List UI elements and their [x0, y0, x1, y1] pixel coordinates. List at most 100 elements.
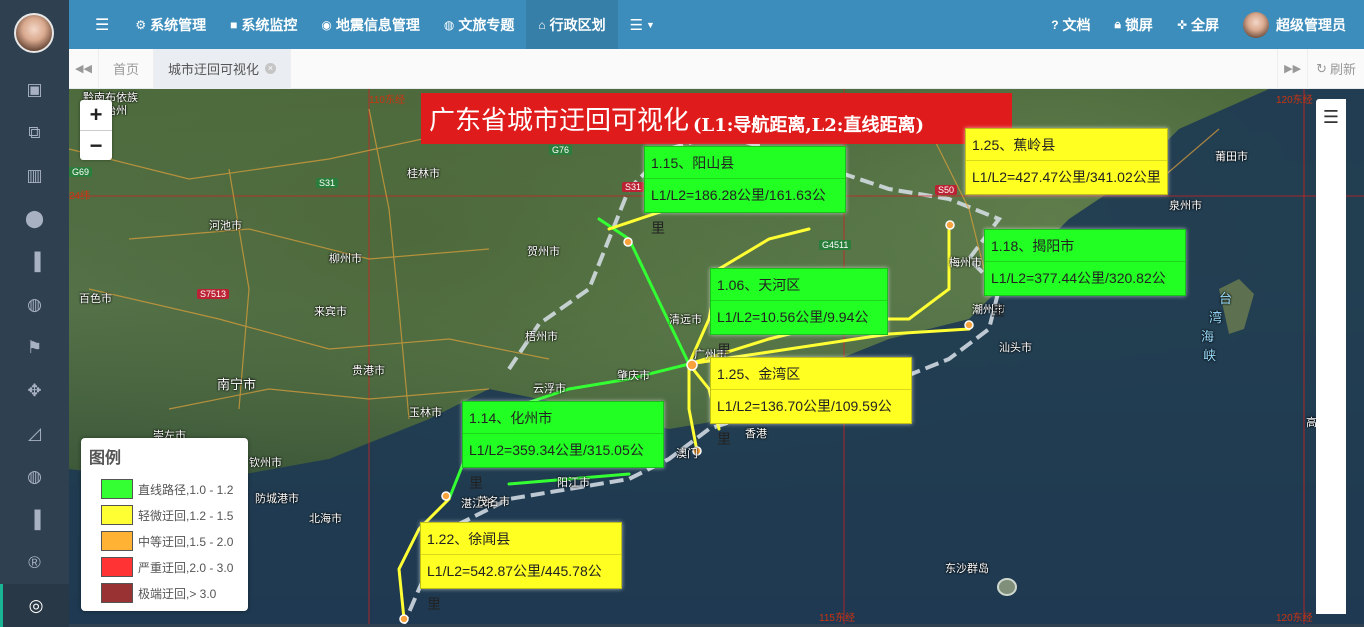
gear-icon: ⚙ [135, 17, 147, 32]
sidebar-item-frame[interactable]: ▣ [0, 68, 69, 111]
grid-label: 115东经 [819, 613, 855, 624]
highway-marker: S50 [935, 185, 958, 195]
caret-down-icon: ▼ [646, 19, 655, 30]
city-label: 梅州市 [949, 257, 982, 269]
city-label: 湾 [1209, 310, 1223, 325]
route-label-xuwen[interactable]: 1.22、徐闻县 L1/L2=542.87公里/445.78公里 [420, 522, 622, 612]
route-label-jiaoling[interactable]: 1.25、蕉岭县 L1/L2=427.47公里/341.02公里 [965, 128, 1168, 195]
tab-bar: ◀◀ 首页 城市迂回可视化 × ▶▶ ↻ 刷新 [69, 48, 1364, 89]
sidebar-toggle-button[interactable]: ☰ [69, 0, 123, 49]
sidebar-item-map[interactable]: ▥ [0, 154, 69, 197]
tab-scroll-right-button[interactable]: ▶▶ [1277, 48, 1307, 89]
route-label-jieyang[interactable]: 1.18、揭阳市 L1/L2=377.44公里/320.82公里 [984, 229, 1186, 319]
globe-icon: ◍ [27, 294, 42, 314]
map-title: 广东省城市迂回可视化 (L1:导航距离,L2:直线距离) [421, 93, 1012, 144]
city-label: 汕头市 [999, 342, 1032, 354]
city-label: 北海市 [309, 513, 342, 525]
backward-icon: ◀◀ [75, 63, 92, 75]
city-label: 梧州市 [525, 331, 558, 343]
city-label: 柳州市 [329, 253, 362, 265]
tab-city-detour[interactable]: 城市迂回可视化 × [154, 48, 292, 89]
sidebar-item-globe-2[interactable]: ◍ [0, 455, 69, 498]
sidebar-item-globe[interactable]: ◍ [0, 283, 69, 326]
top-navbar: ☰ ⚙ 系统管理 ■ 系统监控 ◉ 地震信息管理 ◍ 文旅专题 ⌂ 行政区划 ☰ ▼ ? 文档… [69, 0, 1364, 49]
grid-label: 120东经 [1276, 613, 1313, 624]
sidebar-item-bar-chart[interactable]: ▐ [0, 240, 69, 283]
bar-chart-icon: ▐ [28, 251, 41, 271]
sidebar-nav: ▣ ⧉ ▥ ⬤ ▐ ◍ ⚑ ✥ ◿ ◍ ▐ ® ◎ [0, 68, 69, 627]
legend-swatch [101, 557, 133, 577]
tab-home[interactable]: 首页 [99, 48, 155, 89]
city-label: 防城港市 [255, 493, 299, 505]
highway-marker: G4511 [819, 240, 852, 250]
bank-icon: ⌂ [538, 17, 546, 32]
city-label: 香港 [745, 428, 767, 440]
menu-system-management[interactable]: ⚙ 系统管理 [123, 0, 218, 49]
highway-marker: G69 [69, 167, 93, 177]
city-label: 南宁市 [217, 377, 257, 392]
route-label-yangshan[interactable]: 1.15、阳山县 L1/L2=186.28公里/161.63公里 [644, 146, 846, 236]
menu-icon: ☰ [95, 16, 110, 34]
legend-swatch [101, 531, 133, 551]
menu-more-dropdown[interactable]: ☰ ▼ [618, 0, 667, 49]
route-label-jinwan[interactable]: 1.25、金湾区 L1/L2=136.70公里/109.59公里 [710, 357, 912, 447]
city-label: 澳门 [676, 448, 698, 460]
network-icon: ⧉ [28, 122, 41, 142]
menu-icon: ☰ [1322, 107, 1340, 127]
menu-administrative-division[interactable]: ⌂ 行政区划 [526, 0, 618, 49]
zoom-control: + − [80, 100, 112, 160]
sidebar-item-flag[interactable]: ⚑ [0, 326, 69, 369]
city-label: 钦州市 [249, 457, 282, 469]
sidebar-item-registered[interactable]: ® [0, 541, 69, 584]
question-circle-icon: ? [1051, 17, 1059, 32]
zoom-in-button[interactable]: + [80, 100, 112, 130]
highway-marker: S31 [622, 182, 645, 192]
route-label-huazhou[interactable]: 1.14、化州市 L1/L2=359.34公里/315.05公里 [462, 401, 664, 491]
sidebar-item-bar-chart-2[interactable]: ▐ [0, 498, 69, 541]
sidebar-item-marker[interactable]: ⬤ [0, 197, 69, 240]
registered-icon: ® [28, 552, 41, 572]
tab-scroll-left-button[interactable]: ◀◀ [69, 48, 99, 89]
frame-icon: ▣ [26, 79, 43, 99]
map-canvas[interactable]: G76 S31 G69 S7513 S50 G4511 S31 110东经 12… [69, 89, 1364, 624]
close-icon[interactable]: × [265, 63, 277, 74]
menu-earthquake-info[interactable]: ◉ 地震信息管理 [309, 0, 431, 49]
fullscreen-button[interactable]: ✜ 全屏 [1165, 0, 1231, 49]
sidebar: ▣ ⧉ ▥ ⬤ ▐ ◍ ⚑ ✥ ◿ ◍ ▐ ® ◎ [0, 0, 69, 627]
sidebar-item-network[interactable]: ⧉ [0, 111, 69, 154]
legend-swatch [101, 583, 133, 603]
grid-label: 24纬 [69, 191, 91, 202]
avatar [1243, 11, 1269, 38]
highway-marker: S31 [316, 178, 339, 188]
city-label: 来宾市 [314, 306, 347, 318]
sidebar-item-area-chart[interactable]: ◿ [0, 412, 69, 455]
sidebar-item-life-ring[interactable]: ◎ [0, 584, 69, 627]
layer-switcher-button[interactable]: ☰ [1316, 99, 1346, 614]
city-label: 海 [1201, 329, 1215, 344]
map-legend: 图例 直线路径,1.0 - 1.2 轻微迂回,1.2 - 1.5 中等迂回,1.… [81, 438, 248, 611]
grid-label: 110东经 [369, 95, 405, 106]
lock-screen-button[interactable]: 🔒︎ 锁屏 [1103, 0, 1165, 49]
globe-icon: ◍ [443, 17, 455, 32]
city-label: 玉林市 [409, 407, 442, 419]
refresh-button[interactable]: ↻ 刷新 [1307, 48, 1364, 89]
video-icon: ■ [230, 17, 238, 32]
city-label: 阳江市 [557, 477, 590, 489]
flag-icon: ⚑ [26, 337, 43, 357]
route-label-tianhe[interactable]: 1.06、天河区 L1/L2=10.56公里/9.94公里 [710, 268, 888, 358]
city-label: 百色市 [79, 293, 112, 305]
grid-label: 120东经 [1276, 95, 1313, 106]
city-label: 桂林市 [407, 168, 440, 180]
menu-culture-tourism[interactable]: ◍ 文旅专题 [432, 0, 526, 49]
sidebar-item-move[interactable]: ✥ [0, 369, 69, 412]
refresh-icon: ↻ [1316, 60, 1327, 76]
legend-item: 中等迂回,1.5 - 2.0 [89, 528, 240, 554]
avatar[interactable] [14, 13, 54, 53]
city-label: 清远市 [669, 314, 702, 326]
docs-link[interactable]: ? 文档 [1039, 0, 1102, 49]
user-menu[interactable]: 超级管理员 [1231, 0, 1364, 49]
city-label: 峡 [1203, 348, 1217, 363]
city-label: 贺州市 [527, 246, 560, 258]
zoom-out-button[interactable]: − [80, 130, 112, 160]
menu-system-monitor[interactable]: ■ 系统监控 [218, 0, 309, 49]
